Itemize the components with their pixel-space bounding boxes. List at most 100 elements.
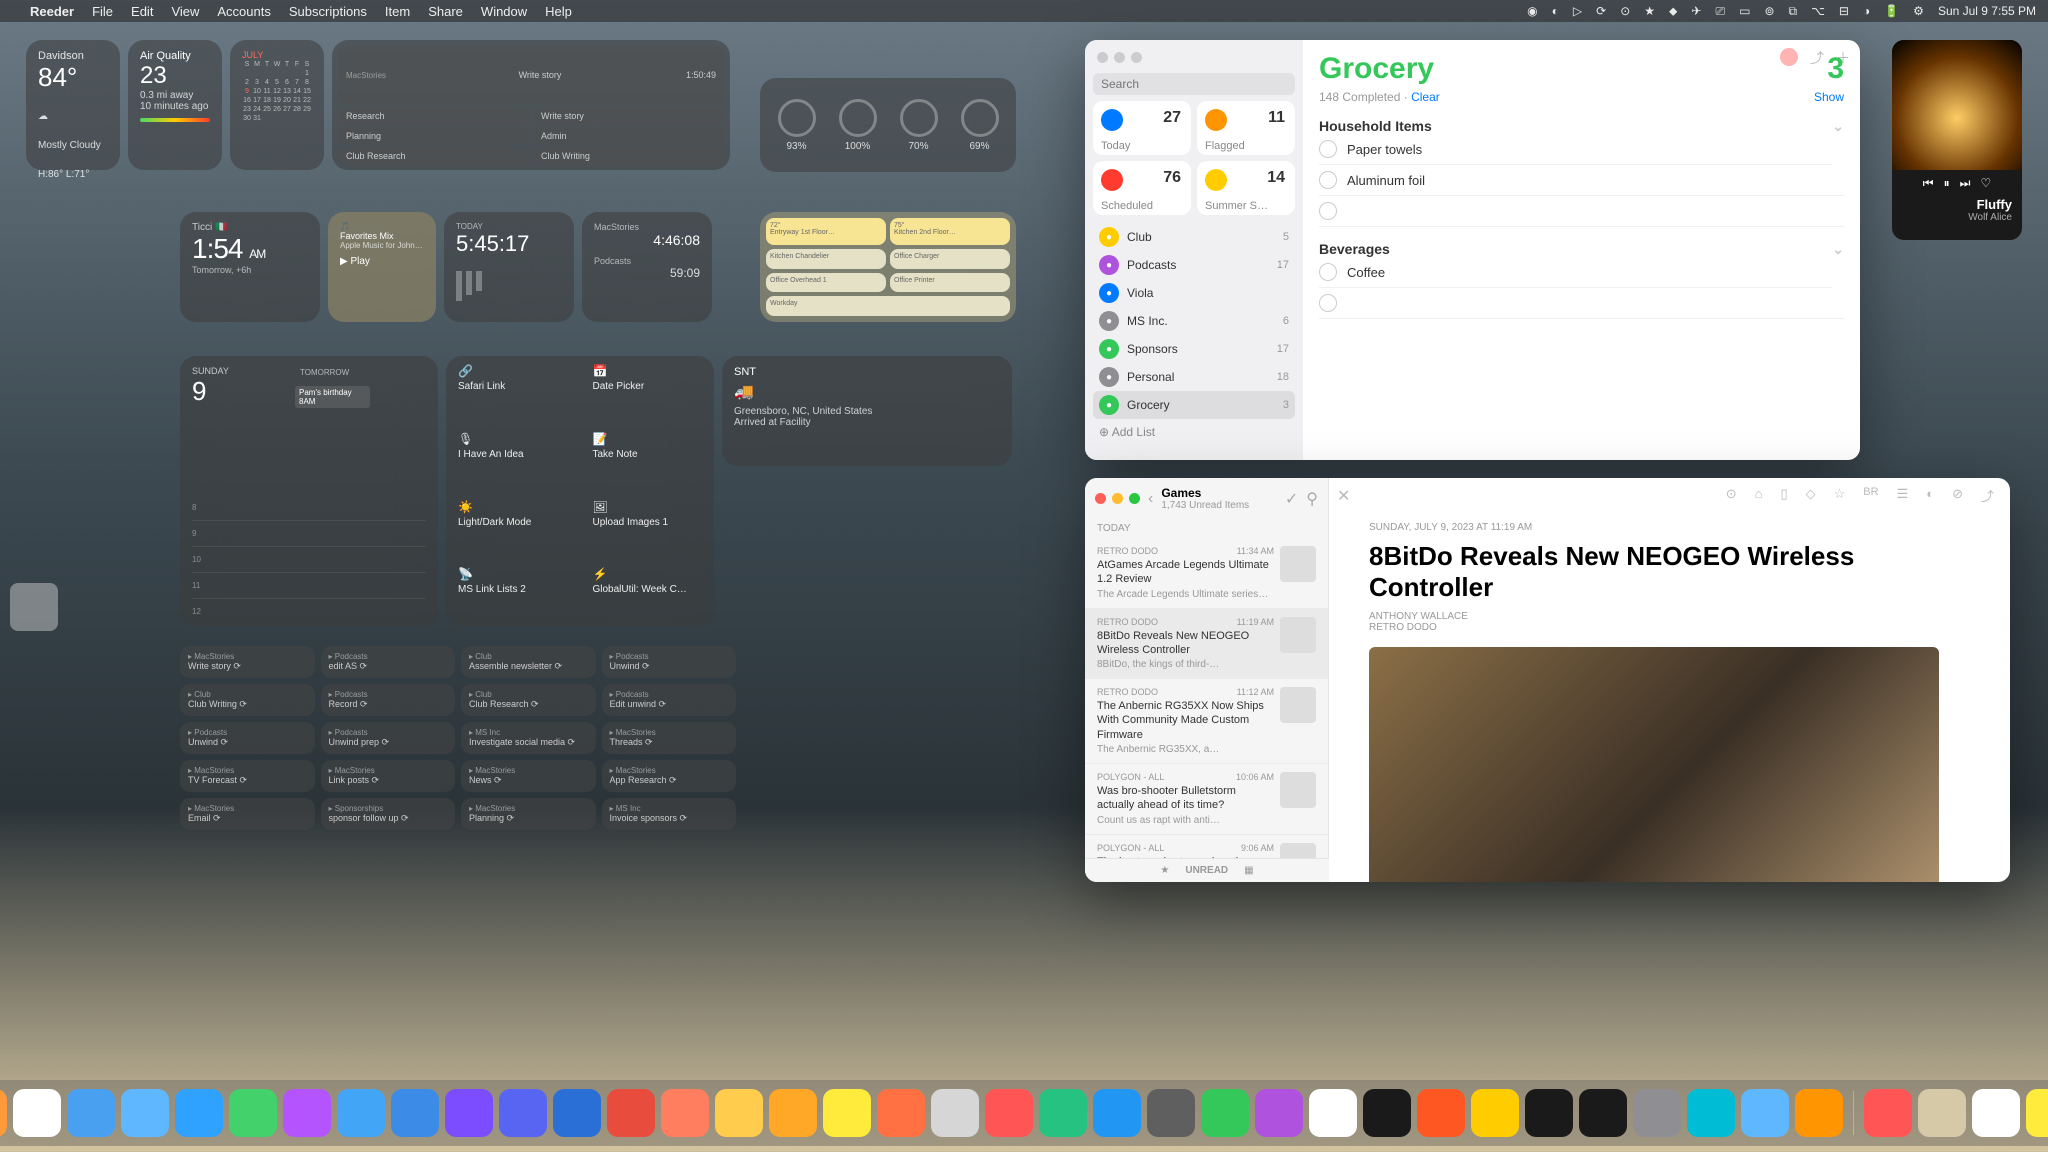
dock-app[interactable] (1201, 1089, 1249, 1137)
dock-app[interactable] (1972, 1089, 2020, 1137)
dock-app[interactable] (1633, 1089, 1681, 1137)
reminder-list-item[interactable]: ●MS Inc.6 (1093, 307, 1295, 335)
battery-icon[interactable]: 🔋 (1884, 4, 1899, 18)
br-icon[interactable]: BR (1863, 486, 1878, 505)
star-filter[interactable]: ★ (1160, 865, 1169, 876)
shortcut[interactable]: 🖼Upload Images 1 (581, 492, 715, 559)
share-icon[interactable]: ⤴ (1981, 486, 1994, 505)
dock-app[interactable] (877, 1089, 925, 1137)
dock-app[interactable] (1918, 1089, 1966, 1137)
aqi-widget[interactable]: Air Quality 23 0.3 mi away 10 minutes ag… (128, 40, 222, 170)
menu-file[interactable]: File (92, 4, 113, 19)
safari-icon[interactable]: ⊘ (1952, 486, 1963, 505)
back-button[interactable]: ‹ (1148, 490, 1153, 508)
reminder-task[interactable]: Paper towels (1319, 134, 1832, 165)
bookmark-icon[interactable]: ▯ (1780, 486, 1787, 505)
deliveries-widget[interactable]: SNT 🚚 Greensboro, NC, United States Arri… (722, 356, 1012, 466)
status-icon[interactable]: ◉ (1527, 4, 1537, 18)
home-tile[interactable]: Office Printer (890, 273, 1010, 293)
smart-list-summer[interactable]: 14Summer S… (1197, 161, 1295, 215)
stage-manager-pip[interactable] (10, 583, 58, 631)
menu-help[interactable]: Help (545, 4, 572, 19)
avatar-icon[interactable] (1780, 48, 1798, 66)
dock-app[interactable] (0, 1089, 7, 1137)
dock-app[interactable] (1147, 1089, 1195, 1137)
timer-cell[interactable]: Write story (533, 108, 724, 124)
search-icon[interactable]: ⚲ (1306, 489, 1318, 509)
app-menu[interactable]: Reeder (30, 4, 74, 19)
mark-read-icon[interactable]: ✓ (1285, 489, 1298, 509)
timer-card[interactable]: ▸ ClubClub Research ⟳ (461, 684, 596, 716)
shortcut[interactable]: ⚡GlobalUtil: Week C… (581, 559, 715, 626)
share-icon[interactable]: ⤴ (1810, 48, 1824, 68)
dock-app[interactable] (931, 1089, 979, 1137)
dock-app[interactable] (445, 1089, 493, 1137)
calendar-week-widget[interactable]: SUNDAY 9 TOMORROW Pam's birthday 8AM 8 9… (180, 356, 438, 626)
menu-accounts[interactable]: Accounts (217, 4, 270, 19)
reminder-list-item[interactable]: ●Grocery3 (1093, 391, 1295, 419)
article-item[interactable]: RETRO DODO11:12 AMThe Anbernic RG35XX No… (1085, 679, 1328, 764)
status-icon[interactable]: ▭ (1739, 4, 1750, 18)
status-icon[interactable]: ⎚ (1715, 4, 1725, 19)
reminder-task-empty[interactable] (1319, 288, 1844, 319)
dock-app[interactable] (1687, 1089, 1735, 1137)
dock-app[interactable] (1525, 1089, 1573, 1137)
home-tile[interactable]: Office Overhead 1 (766, 273, 886, 293)
status-icon[interactable]: ⊙ (1620, 4, 1630, 18)
menubar-clock[interactable]: Sun Jul 9 7:55 PM (1938, 4, 2036, 18)
article-item[interactable]: POLYGON - ALL10:06 AMWas bro-shooter Bul… (1085, 764, 1328, 835)
prev-button[interactable]: ⏮ (1923, 176, 1934, 191)
timer-card[interactable]: ▸ MacStoriesTV Forecast ⟳ (180, 760, 315, 792)
shortcut[interactable]: ☀️Light/Dark Mode (446, 492, 580, 559)
dock-app[interactable] (1795, 1089, 1843, 1137)
shortcut[interactable]: 📝Take Note (581, 424, 715, 491)
shortcut[interactable]: 📅Date Picker (581, 356, 715, 423)
dock-app[interactable] (1417, 1089, 1465, 1137)
unread-filter[interactable]: UNREAD (1185, 865, 1228, 876)
dock-app[interactable] (823, 1089, 871, 1137)
reader-icon[interactable]: ◐ (1926, 486, 1934, 505)
dock-app[interactable] (1471, 1089, 1519, 1137)
home-tile[interactable]: 72°Entryway 1st Floor… (766, 218, 886, 245)
timer-cell[interactable]: Club Writing (533, 148, 724, 164)
dock-app[interactable] (1039, 1089, 1087, 1137)
dock-app[interactable] (1093, 1089, 1141, 1137)
list-icon[interactable]: ☰ (1897, 486, 1909, 505)
smart-list-flagged[interactable]: 11Flagged (1197, 101, 1295, 155)
status-icon[interactable]: ⊟ (1839, 4, 1849, 18)
weather-widget[interactable]: Davidson 84° ☁ Mostly Cloudy H:86° L:71° (26, 40, 120, 170)
menu-window[interactable]: Window (481, 4, 527, 19)
search-input[interactable] (1093, 73, 1295, 95)
article-item[interactable]: RETRO DODO11:19 AM8BitDo Reveals New NEO… (1085, 609, 1328, 680)
status-icon[interactable]: ✈ (1691, 4, 1701, 18)
dock-app[interactable] (175, 1089, 223, 1137)
tag-icon[interactable]: ◇ (1806, 486, 1816, 505)
dock-app[interactable] (1864, 1089, 1912, 1137)
timery-widget[interactable]: MacStories Write story 1:50:49 Research … (332, 40, 730, 170)
shortcut[interactable]: 📡MS Link Lists 2 (446, 559, 580, 626)
reminder-task-empty[interactable] (1319, 196, 1844, 227)
dock-app[interactable] (607, 1089, 655, 1137)
reminder-section-header[interactable]: Beverages ⌄ (1319, 241, 1844, 257)
status-icon[interactable]: ⟳ (1596, 4, 1606, 18)
world-clock-widget[interactable]: Ticci 🇮🇹 1:54 AM Tomorrow, +6h (180, 212, 320, 322)
dock-app[interactable] (715, 1089, 763, 1137)
dock-app[interactable] (2026, 1089, 2048, 1137)
timer-card[interactable]: ▸ MacStoriesLink posts ⟳ (321, 760, 456, 792)
running-timer-widget[interactable]: MacStories 4:46:08 Podcasts 59:09 (582, 212, 712, 322)
menu-view[interactable]: View (171, 4, 199, 19)
all-filter[interactable]: ▦ (1244, 865, 1253, 876)
battery-rings-widget[interactable]: 93% 100% 70% 69% (760, 78, 1016, 172)
timer-card[interactable]: ▸ MS IncInvestigate social media ⟳ (461, 722, 596, 754)
home-tile[interactable]: Kitchen Chandelier (766, 249, 886, 269)
timer-card[interactable]: ▸ Sponsorshipssponsor follow up ⟳ (321, 798, 456, 830)
toggle-icon[interactable]: ⊙ (1726, 486, 1737, 505)
dock-app[interactable] (769, 1089, 817, 1137)
reminder-list-item[interactable]: ●Podcasts17 (1093, 251, 1295, 279)
timer-card[interactable]: ▸ MacStoriesApp Research ⟳ (602, 760, 737, 792)
timer-card[interactable]: ▸ PodcastsEdit unwind ⟳ (602, 684, 737, 716)
reminder-section-header[interactable]: Household Items ⌄ (1319, 118, 1844, 134)
dock-app[interactable] (337, 1089, 385, 1137)
music-widget[interactable]: 🎵 Favorites Mix Apple Music for John… ▶ … (328, 212, 436, 322)
home-icon[interactable]: ⌂ (1755, 486, 1763, 505)
